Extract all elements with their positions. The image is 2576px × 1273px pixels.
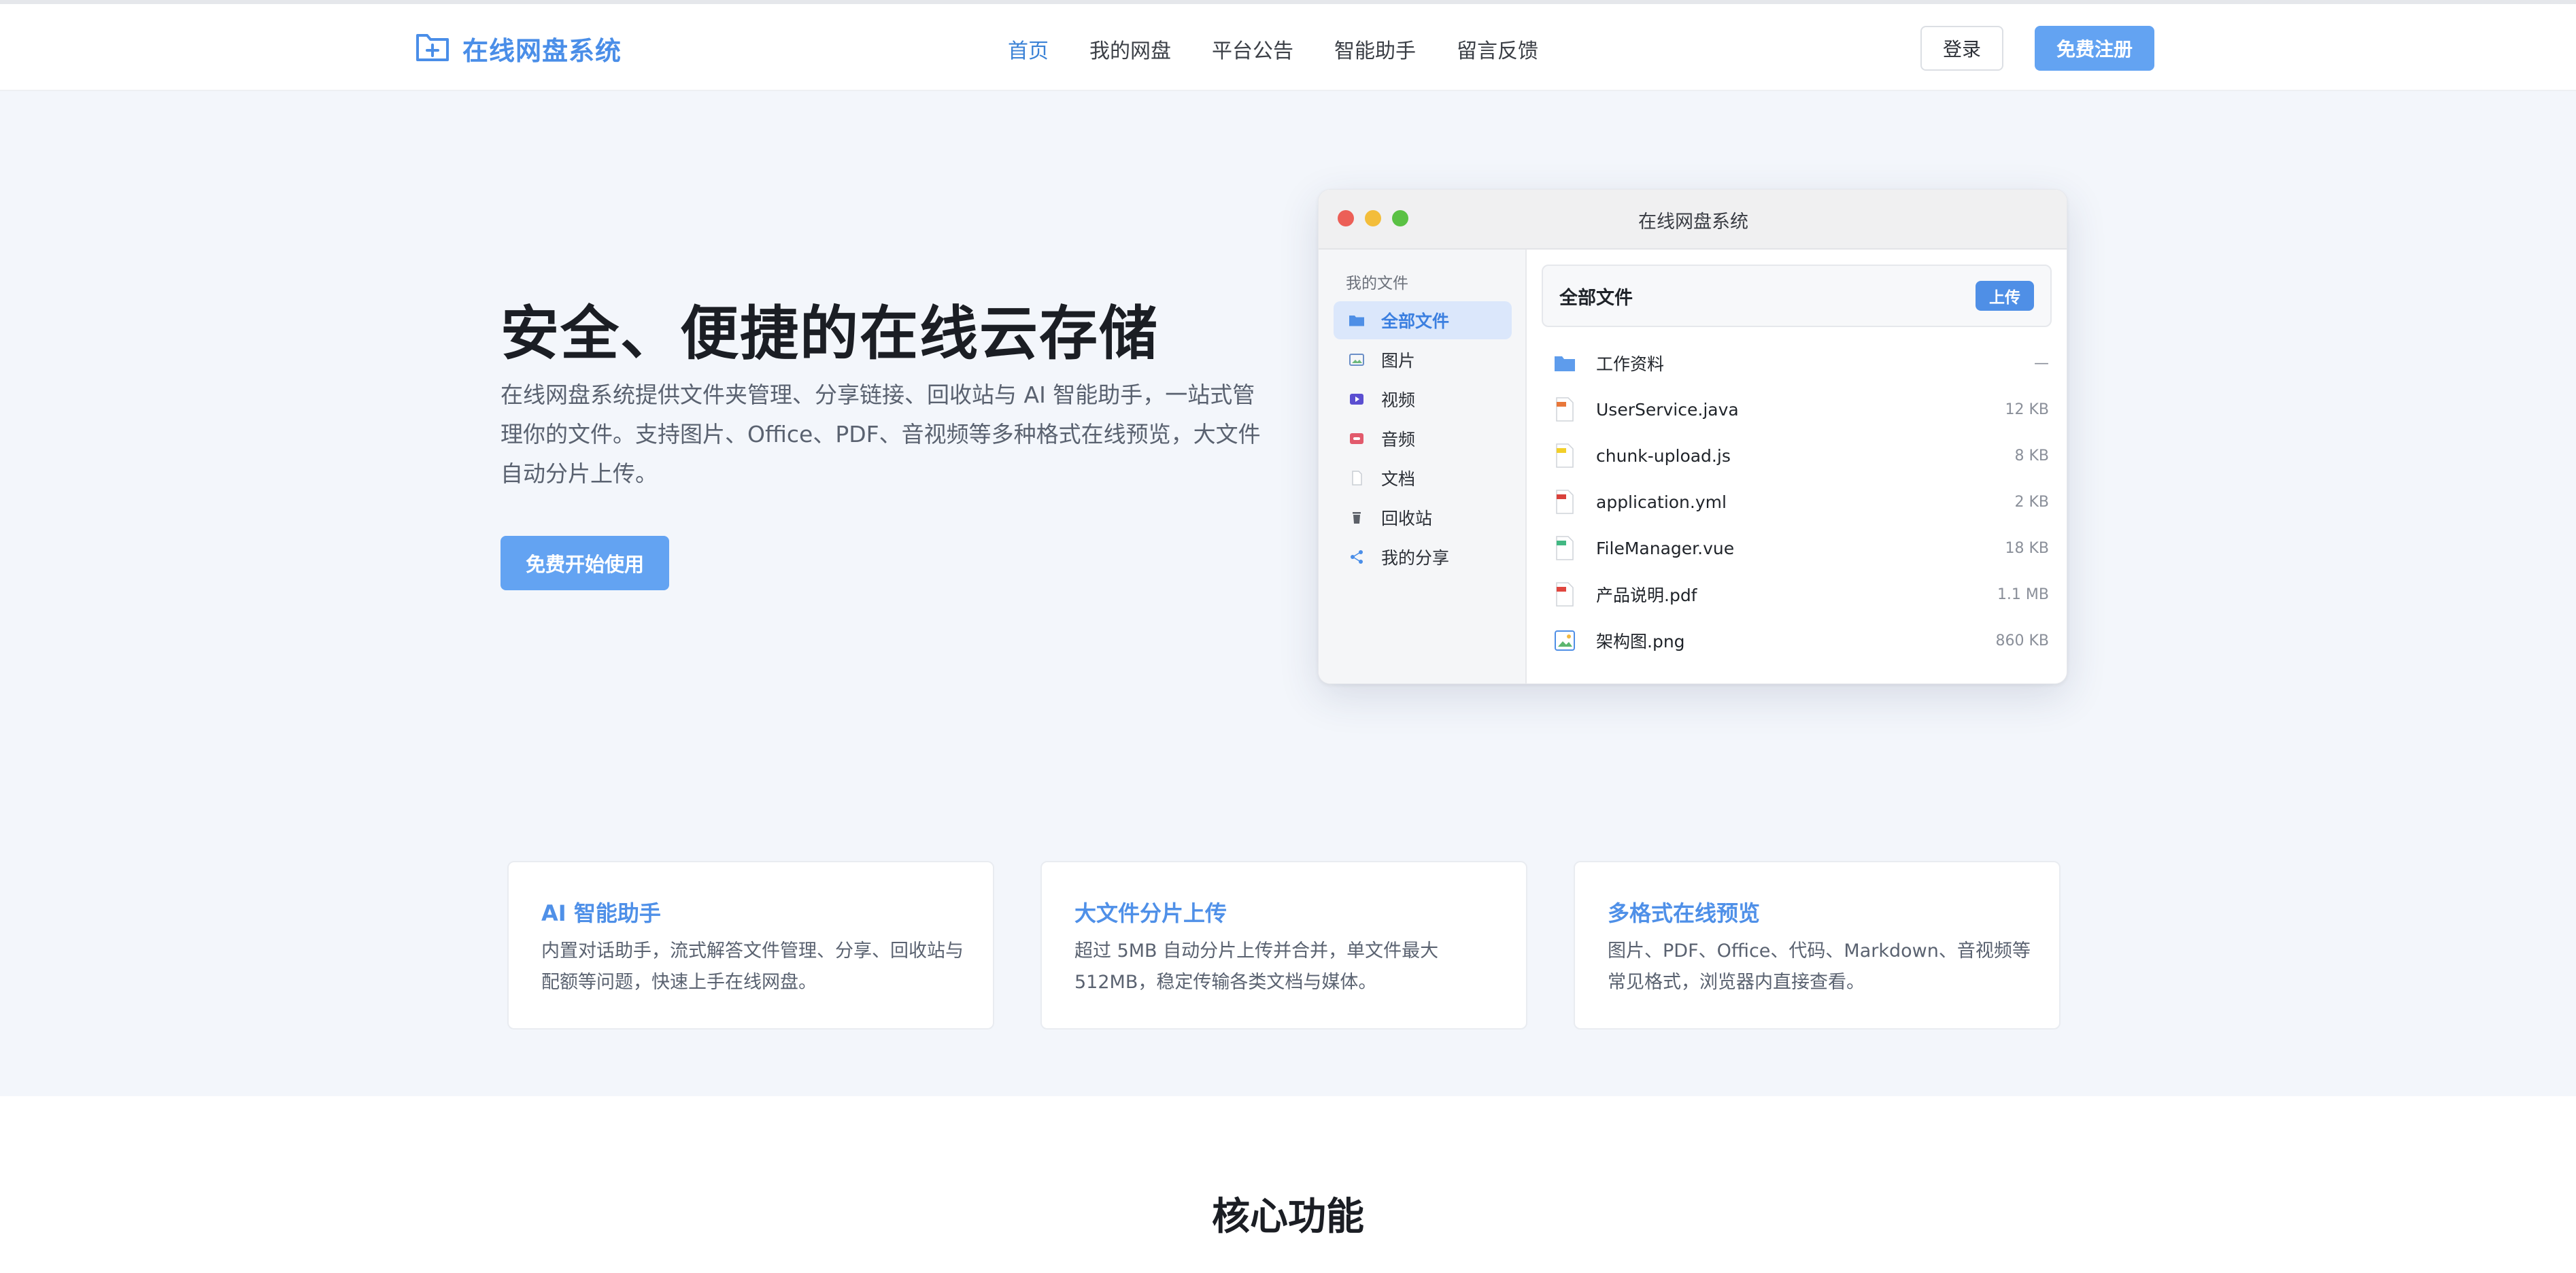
sidebar-item-videos[interactable]: 视频 <box>1334 380 1512 418</box>
file-row[interactable]: application.yml 2 KB <box>1554 481 2049 523</box>
sidebar-heading: 我的文件 <box>1346 275 1408 292</box>
file-size: 8 KB <box>2014 447 2049 464</box>
png-file-icon <box>1555 630 1575 651</box>
sidebar-item-my-shares[interactable]: 我的分享 <box>1334 538 1512 576</box>
file-size: 2 KB <box>2014 493 2049 511</box>
nav-announcements[interactable]: 平台公告 <box>1212 34 1293 64</box>
sidebar-item-all-files[interactable]: 全部文件 <box>1334 301 1512 339</box>
preview-file-pane: 全部文件 上传 工作资料 — UserService.java 12 KB ch… <box>1527 250 2067 683</box>
login-button[interactable]: 登录 <box>1920 26 2003 71</box>
window-titlebar: 在线网盘系统 <box>1319 190 2067 250</box>
sidebar-item-label: 文档 <box>1381 469 1416 489</box>
logo-text: 在线网盘系统 <box>462 35 622 66</box>
feature-card-chunk-upload: 大文件分片上传 超过 5MB 自动分片上传并合并，单文件最大 512MB，稳定传… <box>1040 861 1527 1030</box>
start-free-button[interactable]: 免费开始使用 <box>501 536 669 590</box>
logo[interactable]: 在线网盘系统 <box>415 29 622 68</box>
sidebar-item-label: 视频 <box>1381 390 1416 410</box>
pdf-file-icon <box>1556 582 1574 607</box>
file-name: FileManager.vue <box>1596 538 1735 558</box>
main-nav: 首页 我的网盘 平台公告 智能助手 留言反馈 <box>1008 29 1579 69</box>
file-name: application.yml <box>1596 492 1727 512</box>
feature-description: 内置对话助手，流式解答文件管理、分享、回收站与配额等问题，快速上手在线网盘。 <box>541 940 964 993</box>
file-row[interactable]: 工作资料 — <box>1554 342 2049 384</box>
sidebar-item-label: 图片 <box>1381 351 1416 371</box>
file-row[interactable]: 架构图.png 860 KB <box>1554 619 2049 662</box>
nav-ai-assistant[interactable]: 智能助手 <box>1334 34 1416 64</box>
vue-file-icon <box>1556 536 1574 560</box>
feature-title: AI 智能助手 <box>541 900 661 926</box>
feature-description: 图片、PDF、Office、代码、Markdown、音视频等常见格式，浏览器内直… <box>1608 940 2031 993</box>
file-name: UserService.java <box>1596 399 1739 420</box>
image-icon <box>1349 352 1365 367</box>
sidebar-item-label: 回收站 <box>1381 509 1433 528</box>
nav-home[interactable]: 首页 <box>1008 34 1049 64</box>
sidebar-item-label: 音频 <box>1381 430 1416 449</box>
document-icon <box>1349 471 1365 486</box>
hero-description: 在线网盘系统提供文件夹管理、分享链接、回收站与 AI 智能助手，一站式管理你的文… <box>501 381 1261 487</box>
file-size: — <box>2034 354 2049 372</box>
file-toolbar: 全部文件 上传 <box>1542 265 2052 327</box>
file-row[interactable]: FileManager.vue 18 KB <box>1554 527 2049 569</box>
audio-icon <box>1349 431 1365 446</box>
file-row[interactable]: UserService.java 12 KB <box>1554 388 2049 430</box>
file-size: 860 KB <box>1995 632 2049 649</box>
feature-title: 大文件分片上传 <box>1074 900 1227 926</box>
folder-icon <box>1555 356 1575 371</box>
hero-title: 安全、便捷的在线云存储 <box>501 300 1159 368</box>
sidebar-item-trash[interactable]: 回收站 <box>1334 498 1512 537</box>
preview-sidebar: 我的文件 全部文件 图片 视频 音频 文档 回收站 我的分享 <box>1319 250 1527 683</box>
register-button[interactable]: 免费注册 <box>2035 26 2154 71</box>
file-size: 1.1 MB <box>1997 585 2049 603</box>
sidebar-item-images[interactable]: 图片 <box>1334 341 1512 379</box>
trash-icon <box>1349 510 1365 525</box>
share-icon <box>1349 549 1365 564</box>
file-name: 架构图.png <box>1596 632 1685 651</box>
top-navbar: 在线网盘系统 首页 我的网盘 平台公告 智能助手 留言反馈 登录 免费注册 <box>0 4 2576 91</box>
sidebar-item-label: 我的分享 <box>1381 548 1450 568</box>
sidebar-item-label: 全部文件 <box>1381 311 1450 331</box>
feature-card-ai-assistant: AI 智能助手 内置对话助手，流式解答文件管理、分享、回收站与配额等问题，快速上… <box>507 861 994 1030</box>
sidebar-item-documents[interactable]: 文档 <box>1334 459 1512 497</box>
yml-file-icon <box>1556 490 1574 514</box>
file-size: 18 KB <box>2005 539 2049 557</box>
section-title: 核心功能 <box>1212 1195 1364 1239</box>
file-row[interactable]: chunk-upload.js 8 KB <box>1554 435 2049 477</box>
file-row[interactable]: 产品说明.pdf 1.1 MB <box>1554 573 2049 615</box>
java-file-icon <box>1556 397 1574 422</box>
feature-description: 超过 5MB 自动分片上传并合并，单文件最大 512MB，稳定传输各类文档与媒体… <box>1074 940 1439 993</box>
folder-plus-icon <box>415 30 462 67</box>
file-name: 工作资料 <box>1596 354 1665 374</box>
file-size: 12 KB <box>2005 401 2049 418</box>
nav-feedback[interactable]: 留言反馈 <box>1457 34 1538 64</box>
sidebar-item-audio[interactable]: 音频 <box>1334 420 1512 458</box>
feature-card-preview: 多格式在线预览 图片、PDF、Office、代码、Markdown、音视频等常见… <box>1574 861 2061 1030</box>
app-preview-window: 在线网盘系统 我的文件 全部文件 图片 视频 音频 文档 回收站 我的分享 全部… <box>1318 189 2067 684</box>
window-title: 在线网盘系统 <box>1638 211 1748 233</box>
video-icon <box>1349 392 1365 407</box>
nav-my-drive[interactable]: 我的网盘 <box>1089 34 1171 64</box>
file-name: chunk-upload.js <box>1596 445 1731 466</box>
feature-title: 多格式在线预览 <box>1608 900 1761 926</box>
upload-button[interactable]: 上传 <box>1976 281 2034 311</box>
folder-icon <box>1349 313 1365 328</box>
toolbar-title: 全部文件 <box>1559 287 1633 309</box>
file-name: 产品说明.pdf <box>1596 585 1697 605</box>
js-file-icon <box>1556 443 1574 468</box>
core-features-section: 核心功能 <box>0 1096 2576 1273</box>
